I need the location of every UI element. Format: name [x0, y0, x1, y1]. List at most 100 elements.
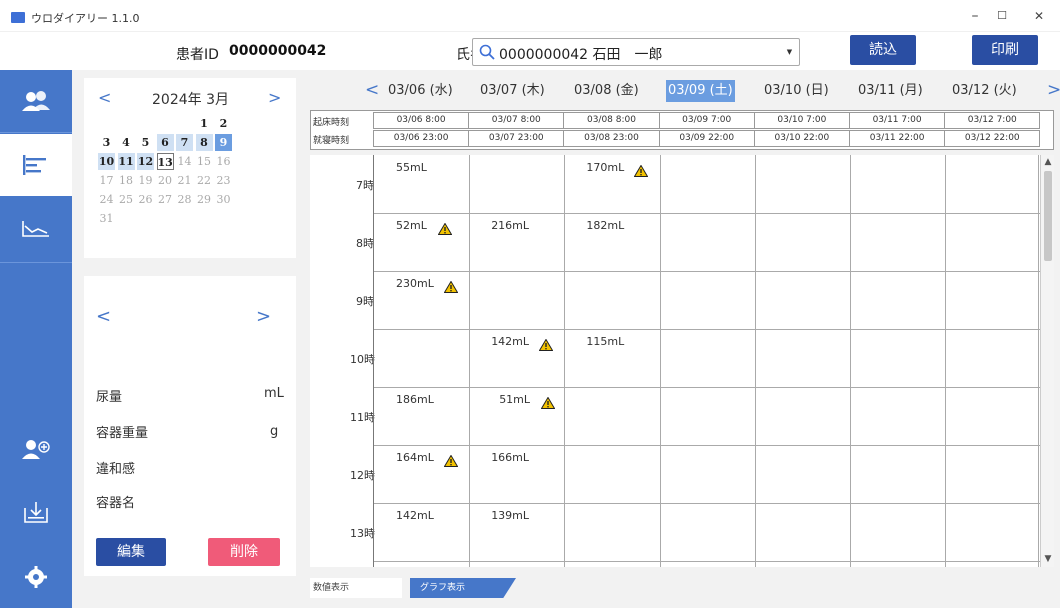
calendar-day-18[interactable]: 18 — [118, 172, 135, 189]
maximize-button[interactable]: ☐ — [985, 5, 1019, 27]
tab-date-2[interactable]: 03/08 (金) — [572, 80, 641, 102]
calendar-day-7[interactable]: 7 — [176, 134, 193, 151]
delete-button[interactable]: 削除 — [208, 538, 280, 566]
calendar-day-15[interactable]: 15 — [196, 153, 213, 170]
volume-value[interactable]: 216mL — [491, 219, 529, 232]
calendar-day-29[interactable]: 29 — [196, 191, 213, 208]
volume-value[interactable]: 55mL — [396, 161, 427, 174]
calendar-month-title: 2024年 3月 — [152, 92, 229, 108]
detail-prev-button[interactable]: < — [96, 306, 111, 327]
volume-value[interactable]: 115mL — [586, 335, 624, 348]
calendar-prev-button[interactable]: < — [98, 88, 111, 107]
calendar-day-1[interactable]: 1 — [196, 115, 213, 132]
calendar-day-16[interactable]: 16 — [215, 153, 232, 170]
search-icon — [479, 44, 495, 60]
tab-date-3[interactable]: 03/09 (土) — [666, 80, 735, 102]
calendar-day-12[interactable]: 12 — [137, 153, 154, 170]
sleep-time-cell: 03/10 22:00 — [753, 130, 850, 147]
calendar-day-11[interactable]: 11 — [117, 153, 135, 170]
wake-time-cell: 03/06 8:00 — [373, 112, 470, 129]
sidebar-item-diary-list[interactable] — [0, 134, 72, 196]
date-next-button[interactable]: > — [1047, 80, 1060, 100]
volume-value[interactable]: 186mL — [396, 393, 434, 406]
tab-date-6[interactable]: 03/12 (火) — [950, 80, 1019, 102]
patient-select[interactable]: 0000000042 石田 一郎 ▼ — [472, 38, 800, 66]
vertical-scrollbar[interactable]: ▲ ▼ — [1040, 155, 1054, 567]
calendar-day-24[interactable]: 24 — [98, 191, 115, 208]
calendar-day-4[interactable]: 4 — [118, 134, 135, 151]
tab-numeric-view[interactable]: 数値表示 — [310, 578, 402, 598]
hour-label: 10時 — [350, 353, 375, 366]
calendar-day-19[interactable]: 19 — [137, 172, 154, 189]
calendar-day-6[interactable]: 6 — [156, 134, 174, 151]
grid-row-line — [374, 503, 1040, 504]
edit-button[interactable]: 編集 — [96, 538, 166, 566]
calendar-day-25[interactable]: 25 — [118, 191, 135, 208]
calendar-day-3[interactable]: 3 — [98, 134, 115, 151]
volume-value[interactable]: 182mL — [586, 219, 624, 232]
scroll-up-icon[interactable]: ▲ — [1043, 157, 1053, 167]
volume-value[interactable]: 170mL — [586, 161, 624, 174]
tab-date-5[interactable]: 03/11 (月) — [856, 80, 925, 102]
grid-column-line — [850, 155, 851, 567]
calendar-day-2[interactable]: 2 — [215, 115, 232, 132]
calendar-day-17[interactable]: 17 — [98, 172, 115, 189]
calendar-next-button[interactable]: > — [268, 88, 281, 107]
patients-icon — [22, 91, 50, 111]
print-button[interactable]: 印刷 — [972, 35, 1038, 65]
detail-next-button[interactable]: > — [256, 306, 271, 327]
volume-value[interactable]: 52mL — [396, 219, 427, 232]
volume-value[interactable]: 142mL — [491, 335, 529, 348]
detail-panel: < > 尿量 mL 容器重量 g 違和感 容器名 — [84, 276, 296, 576]
container-weight-label: 容器重量 — [96, 426, 149, 441]
calendar-day-21[interactable]: 21 — [176, 172, 193, 189]
sidebar-item-add-patient[interactable] — [0, 418, 72, 480]
gear-icon — [25, 566, 47, 588]
calendar-day-14[interactable]: 14 — [176, 153, 193, 170]
volume-value[interactable]: 51mL — [499, 393, 530, 406]
sleep-time-cell: 03/06 23:00 — [373, 130, 470, 147]
calendar-day-28[interactable]: 28 — [176, 191, 193, 208]
calendar-day-13[interactable]: 13 — [156, 153, 174, 170]
view-tabs: 数値表示 グラフ表示 — [310, 578, 1054, 598]
title-bar: ウロダイアリー 1.1.0 – ☐ ✕ — [0, 0, 1060, 32]
grid-column-line — [469, 155, 471, 567]
calendar-day-30[interactable]: 30 — [215, 191, 232, 208]
date-prev-button[interactable]: < — [365, 80, 379, 100]
scrollbar-thumb[interactable] — [1044, 171, 1052, 261]
scroll-down-icon[interactable]: ▼ — [1043, 554, 1053, 564]
tab-date-0[interactable]: 03/06 (水) — [386, 80, 455, 102]
calendar-day-27[interactable]: 27 — [157, 191, 174, 208]
calendar-day-10[interactable]: 10 — [98, 153, 115, 170]
volume-value[interactable]: 142mL — [396, 509, 434, 522]
hour-label: 8時 — [356, 237, 374, 250]
calendar-day-8[interactable]: 8 — [195, 134, 213, 151]
sidebar-item-export[interactable] — [0, 482, 72, 544]
volume-value[interactable]: 139mL — [491, 509, 529, 522]
calendar-day-31[interactable]: 31 — [98, 210, 115, 227]
sidebar — [0, 70, 72, 608]
close-button[interactable]: ✕ — [1022, 5, 1056, 27]
patient-id-value: 0000000042 — [229, 43, 327, 59]
calendar: < 2024年 3月 > 1 2 3 4 5 6 7 8 9 10 11 12 13 14 15 16 17 18… — [84, 78, 296, 258]
tab-date-4[interactable]: 03/10 (日) — [762, 80, 831, 102]
tab-graph-view[interactable]: グラフ表示 — [410, 578, 516, 598]
volume-value[interactable]: 164mL — [396, 451, 434, 464]
sleep-time-cell: 03/09 22:00 — [658, 130, 755, 147]
calendar-day-26[interactable]: 26 — [137, 191, 154, 208]
load-button[interactable]: 読込 — [850, 35, 916, 65]
sidebar-item-patients[interactable] — [0, 70, 72, 132]
calendar-day-5[interactable]: 5 — [137, 134, 154, 151]
calendar-day-20[interactable]: 20 — [157, 172, 174, 189]
warning-icon — [437, 220, 453, 235]
volume-value[interactable]: 230mL — [396, 277, 434, 290]
calendar-day-22[interactable]: 22 — [196, 172, 213, 189]
sleep-time-cell: 03/07 23:00 — [468, 130, 565, 147]
calendar-day-23[interactable]: 23 — [215, 172, 232, 189]
container-weight-unit: g — [270, 424, 279, 439]
volume-value[interactable]: 166mL — [491, 451, 529, 464]
tab-date-1[interactable]: 03/07 (木) — [478, 80, 547, 102]
sidebar-item-graph[interactable] — [0, 198, 72, 260]
sidebar-item-settings[interactable] — [0, 546, 72, 608]
calendar-day-9[interactable]: 9 — [215, 134, 232, 151]
